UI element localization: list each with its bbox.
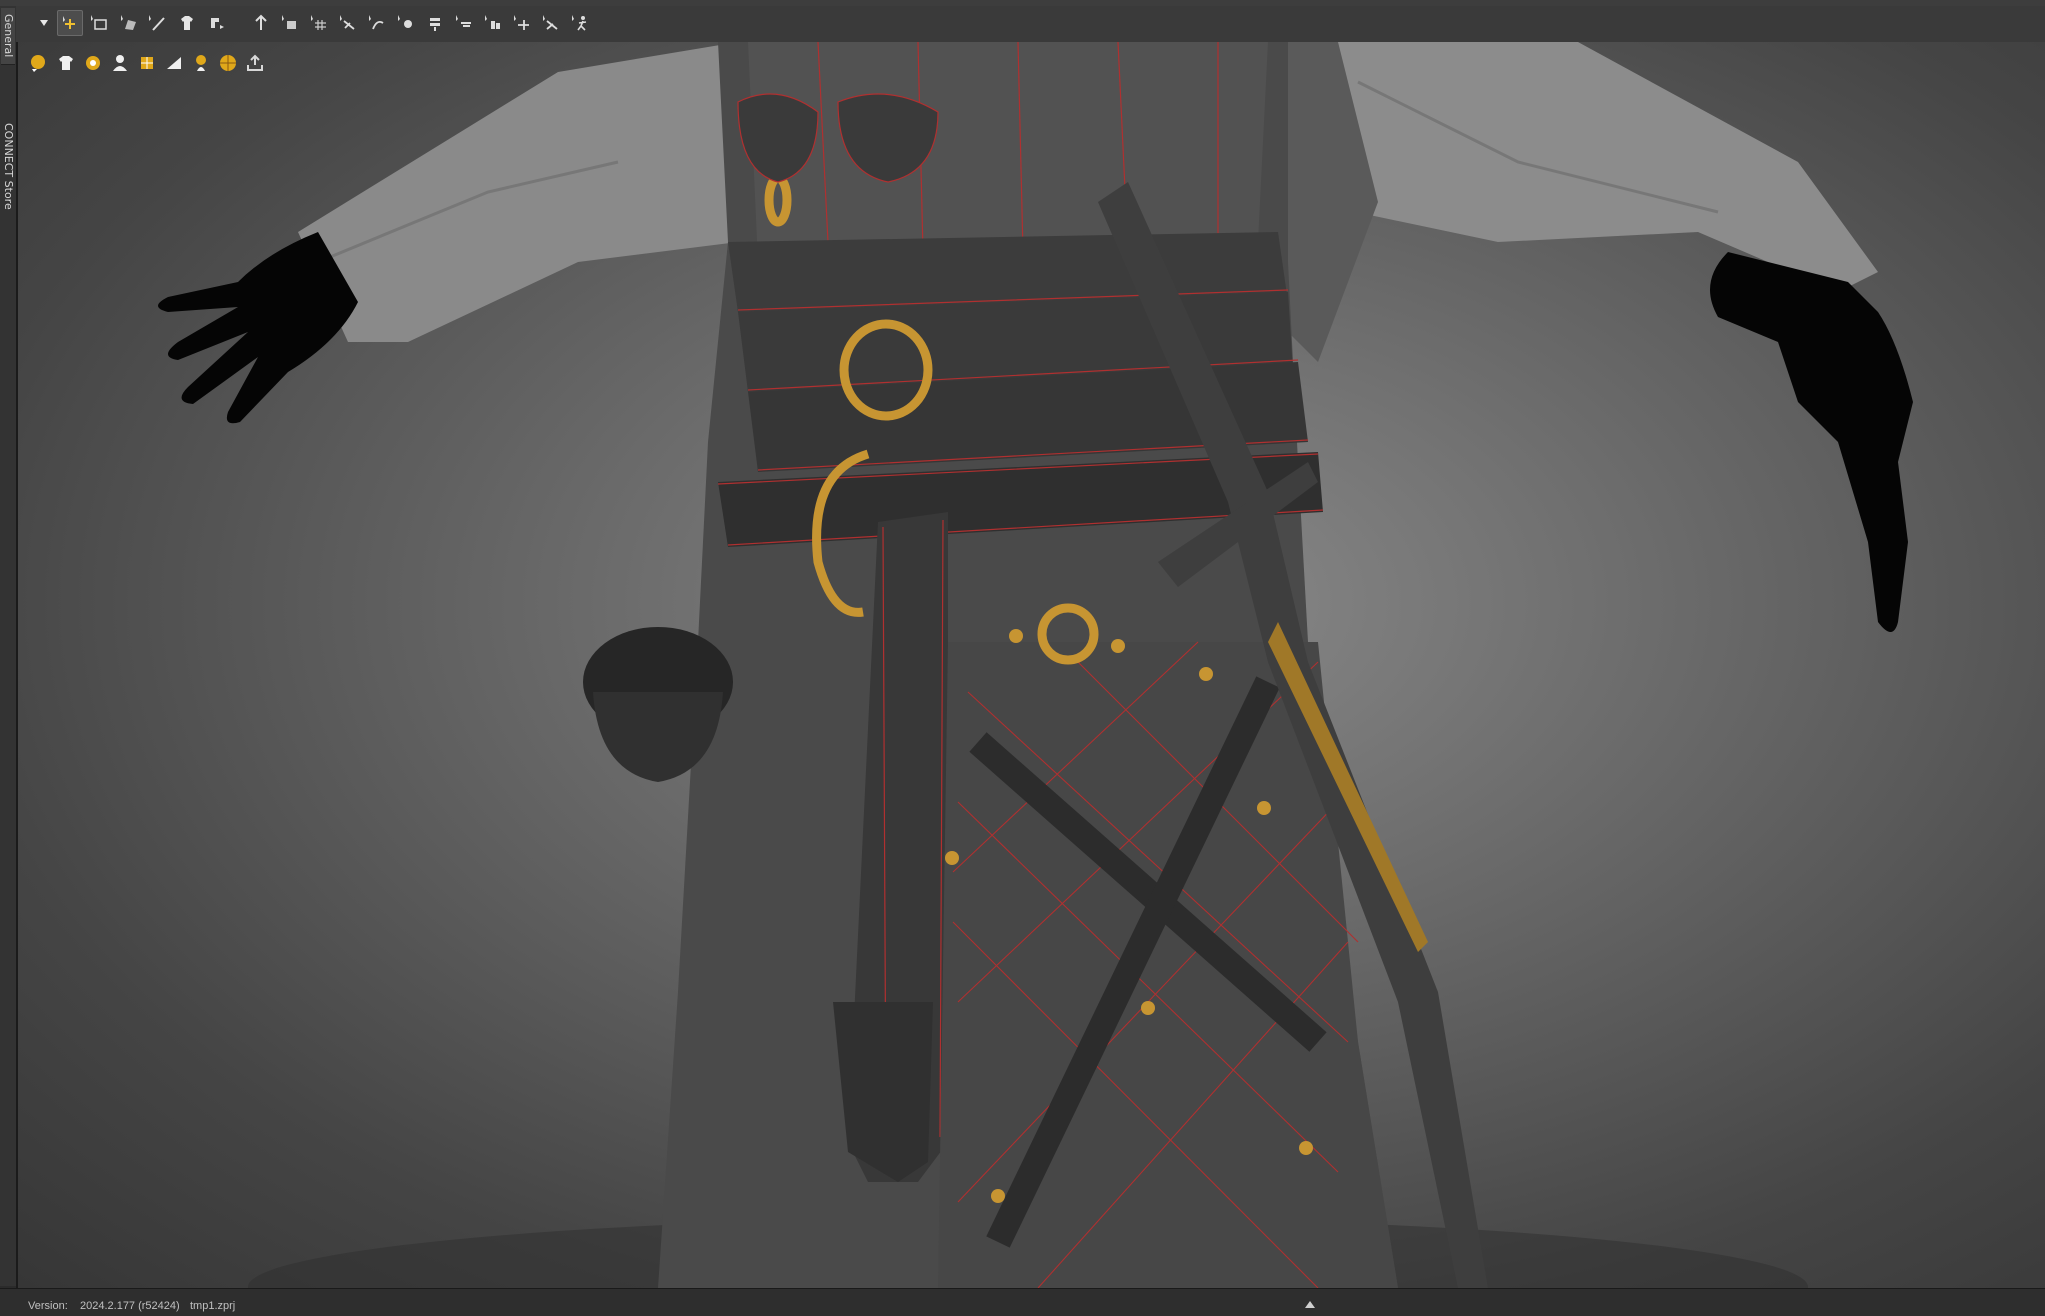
avatar-icon[interactable] xyxy=(109,52,131,74)
3d-viewport[interactable] xyxy=(16,42,2045,1288)
avatar-pose-icon[interactable] xyxy=(567,10,593,36)
version-value: 2024.2.177 (r52424) xyxy=(80,1300,180,1312)
shirt-icon[interactable] xyxy=(55,52,77,74)
expand-up-arrow-icon[interactable] xyxy=(1305,1301,1315,1308)
free-sewing-icon[interactable] xyxy=(364,10,390,36)
select-mesh-icon[interactable] xyxy=(116,10,142,36)
viewport-display-toolbar xyxy=(28,52,266,74)
environment-sphere-icon[interactable] xyxy=(217,52,239,74)
sidebar-tab-general[interactable]: General xyxy=(1,8,15,65)
select-arrow-icon[interactable] xyxy=(31,10,57,36)
left-sidebar: General CONNECT Store xyxy=(0,6,17,1286)
project-file-name: tmp1.zprj xyxy=(190,1300,236,1312)
select-rectangle-icon[interactable] xyxy=(86,10,112,36)
3d-garment-render xyxy=(158,42,1913,1288)
trim-icon[interactable] xyxy=(480,10,506,36)
edit-pattern-icon[interactable] xyxy=(277,10,303,36)
lighting-icon[interactable] xyxy=(190,52,212,74)
measure-icon[interactable] xyxy=(509,10,535,36)
edit-line-icon[interactable] xyxy=(144,10,170,36)
status-bar: Version: 2024.2.177 (r52424) tmp1.zprj xyxy=(0,1288,2045,1316)
show-garment-yellow-icon[interactable] xyxy=(28,52,50,74)
export-icon[interactable] xyxy=(244,52,266,74)
sidebar-tab-connect-store[interactable]: CONNECT Store xyxy=(1,116,15,216)
garment-sync-icon[interactable] xyxy=(82,52,104,74)
render-mode-icon[interactable] xyxy=(163,52,185,74)
segment-sewing-icon[interactable] xyxy=(335,10,361,36)
pin-icon[interactable] xyxy=(393,10,419,36)
version-label: Version: xyxy=(28,1300,68,1312)
tool-toolbar xyxy=(16,6,2045,43)
fabric-layer-icon[interactable] xyxy=(422,10,448,36)
stitch-icon[interactable] xyxy=(538,10,564,36)
transform-move-icon[interactable] xyxy=(57,10,83,36)
garment-pattern-icon[interactable] xyxy=(174,10,200,36)
texture-icon[interactable] xyxy=(136,52,158,74)
grid-pattern-icon[interactable] xyxy=(306,10,332,36)
fold-arrangement-icon[interactable] xyxy=(248,10,274,36)
tape-icon[interactable] xyxy=(451,10,477,36)
pattern-transform-icon[interactable] xyxy=(203,10,229,36)
